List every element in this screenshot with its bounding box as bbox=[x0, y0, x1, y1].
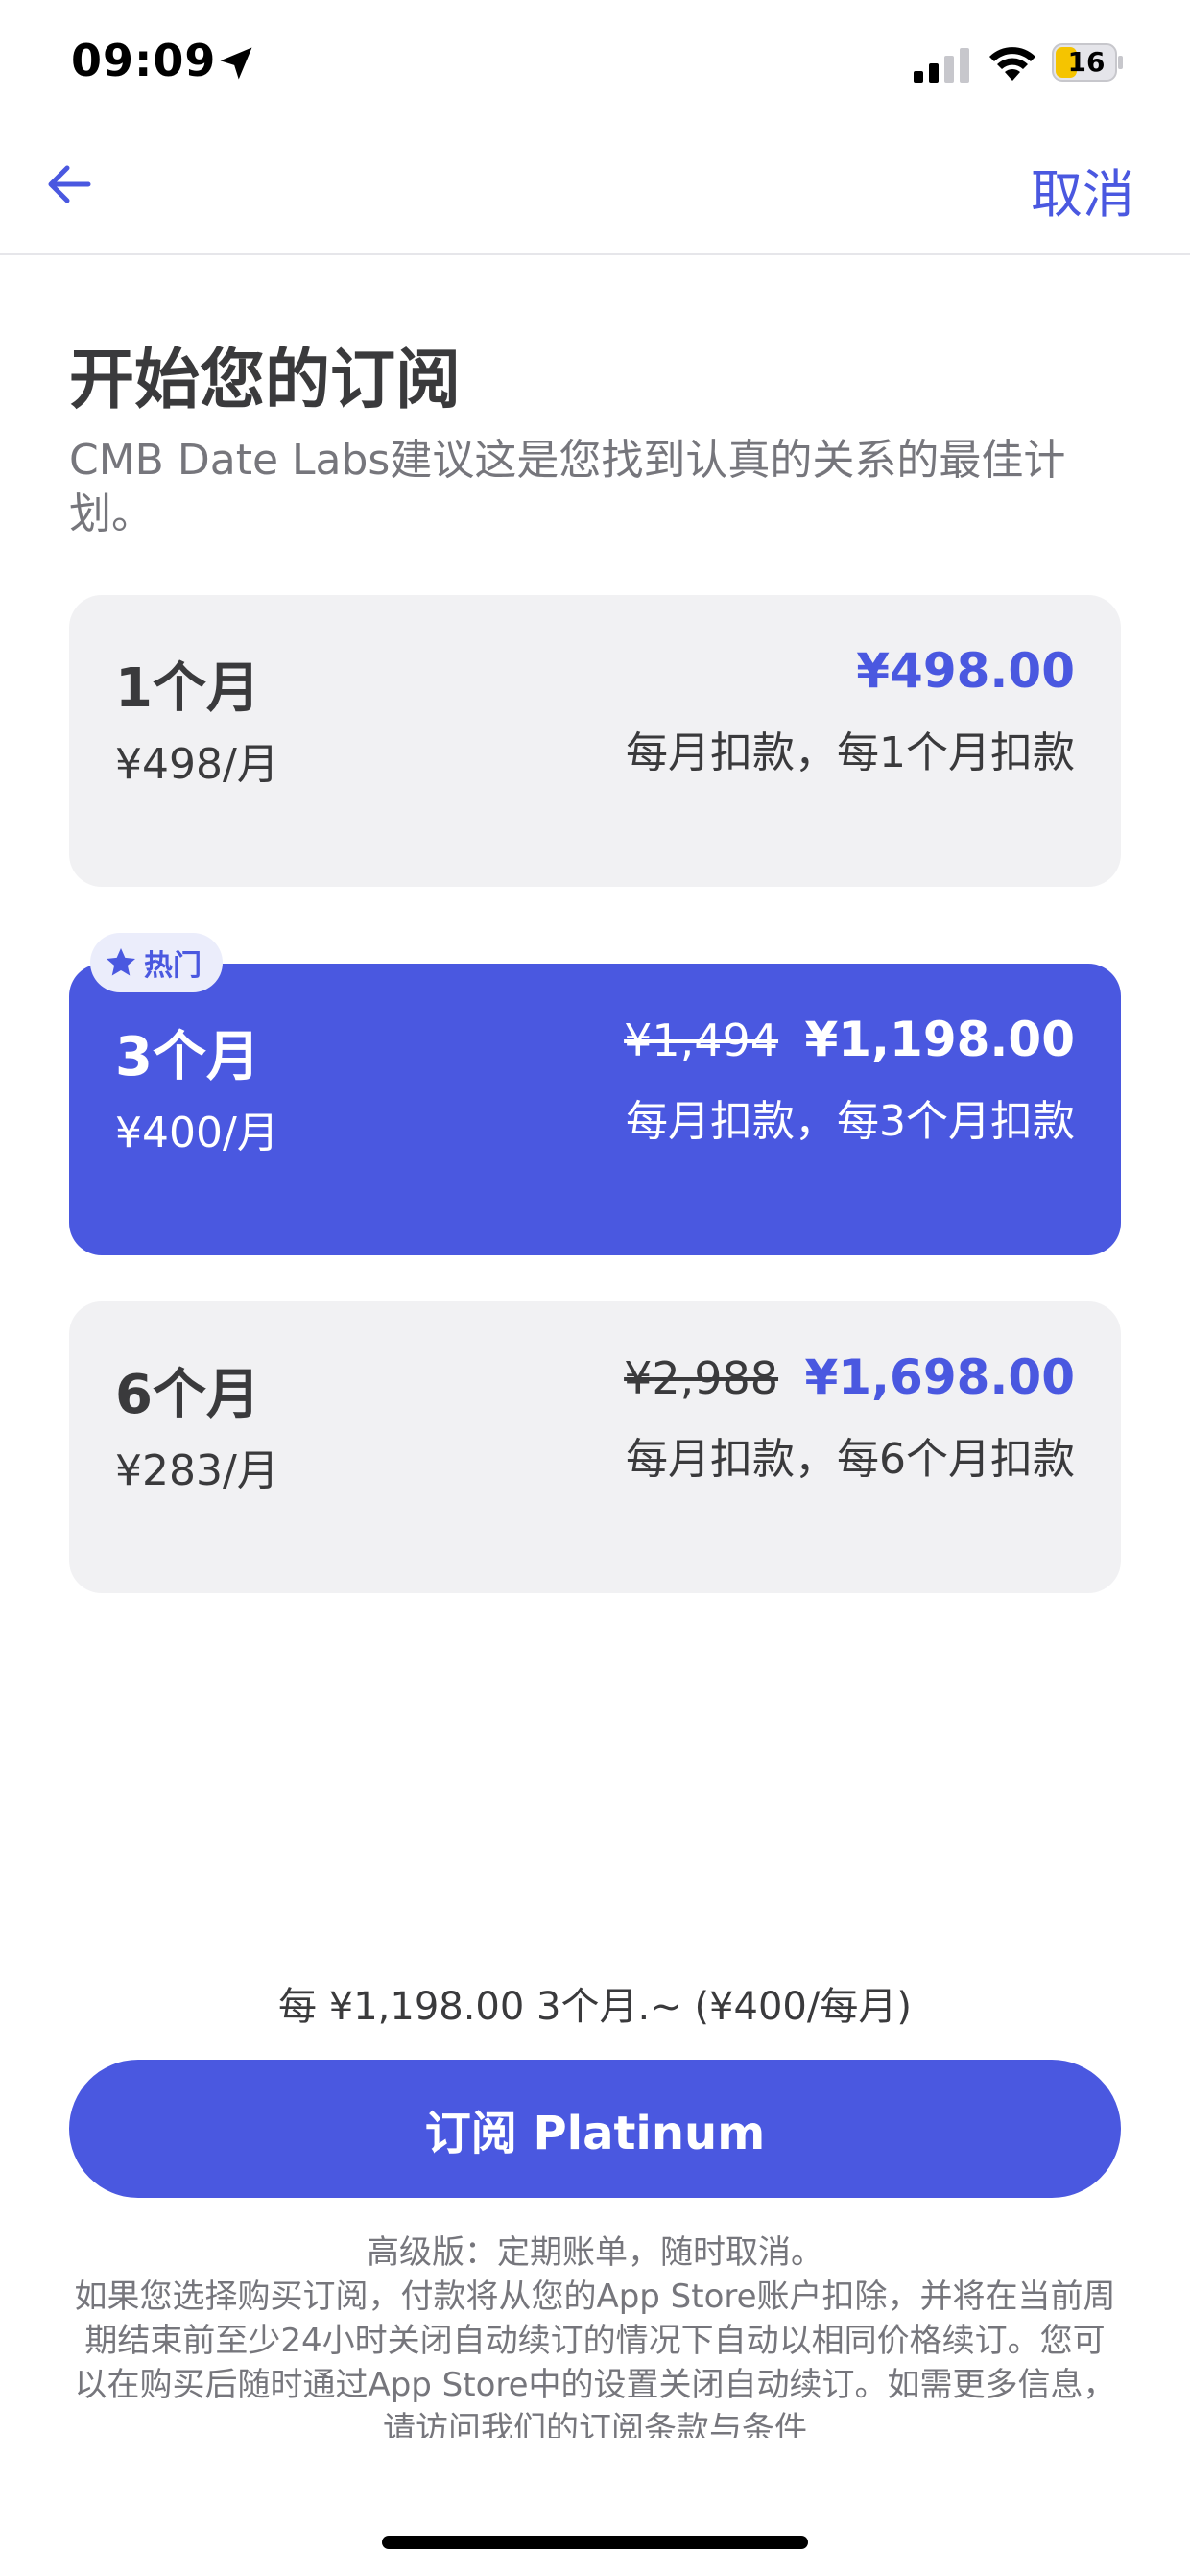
battery-level: 16 bbox=[1067, 46, 1106, 78]
plan-per-month-price: ¥498/月 bbox=[115, 740, 279, 789]
plan-per-month-price: ¥400/月 bbox=[115, 1109, 279, 1157]
cellular-signal-icon bbox=[914, 48, 969, 83]
plan-billing-text: 每月扣款，每6个月扣款 bbox=[626, 1435, 1075, 1484]
popular-badge-label: 热门 bbox=[144, 949, 202, 983]
subscribe-button[interactable]: 订阅 Platinum bbox=[69, 2060, 1121, 2198]
plan-original-price: ¥1,494 bbox=[624, 1014, 779, 1066]
plan-name: 6个月 bbox=[115, 1364, 260, 1426]
plan-card-3-months[interactable]: 3个月 ¥400/月 ¥1,494 ¥1,198.00 每月扣款，每3个月扣款 bbox=[69, 964, 1121, 1255]
legal-section: 高级版：定期账单，随时取消。 如果您选择购买订阅，付款将从您的App Store… bbox=[69, 2230, 1121, 2438]
plan-per-month-price: ¥283/月 bbox=[115, 1446, 279, 1495]
plan-price: ¥1,698.00 bbox=[804, 1349, 1075, 1405]
plan-card-6-months[interactable]: 6个月 ¥283/月 ¥2,988 ¥1,698.00 每月扣款，每6个月扣款 bbox=[69, 1301, 1121, 1593]
plan-price: ¥498.00 bbox=[856, 643, 1075, 699]
plan-name: 3个月 bbox=[115, 1026, 260, 1088]
popular-badge: 热门 bbox=[90, 933, 223, 992]
nav-bar: 取消 bbox=[0, 134, 1190, 255]
plan-billing-text: 每月扣款，每1个月扣款 bbox=[626, 728, 1075, 777]
star-icon bbox=[107, 948, 135, 976]
subscription-screen: 09:09 16 取消 开始您的订阅 CMB Date Labs建议这是您找到认… bbox=[0, 0, 1190, 2576]
cancel-button[interactable]: 取消 bbox=[1031, 152, 1134, 227]
plan-original-price: ¥2,988 bbox=[624, 1352, 779, 1404]
location-arrow-icon bbox=[220, 47, 252, 80]
plan-card-1-month[interactable]: 1个月 ¥498/月 ¥498.00 每月扣款，每1个月扣款 bbox=[69, 595, 1121, 887]
page-title: 开始您的订阅 bbox=[69, 343, 462, 418]
status-bar: 09:09 16 bbox=[0, 0, 1190, 134]
plan-billing-text: 每月扣款，每3个月扣款 bbox=[626, 1097, 1075, 1146]
page-subtitle: CMB Date Labs建议这是您找到认真的关系的最佳计划。 bbox=[69, 436, 1066, 538]
price-summary: 每 ¥1,198.00 3个月.~ (¥400/每月) bbox=[278, 1985, 912, 2029]
legal-text[interactable]: 如果您选择购买订阅，付款将从您的App Store账户扣除，并将在当前周期结束前… bbox=[69, 2275, 1121, 2438]
plan-price-row: ¥498.00 bbox=[856, 643, 1075, 699]
plan-price-row: ¥1,494 ¥1,198.00 bbox=[624, 1012, 1075, 1067]
home-indicator[interactable] bbox=[382, 2536, 808, 2549]
back-arrow-icon[interactable] bbox=[38, 154, 100, 215]
plan-price-row: ¥2,988 ¥1,698.00 bbox=[624, 1349, 1075, 1405]
wifi-icon bbox=[989, 47, 1035, 81]
plan-price: ¥1,198.00 bbox=[804, 1012, 1075, 1067]
status-time: 09:09 bbox=[71, 35, 217, 86]
plan-name: 1个月 bbox=[115, 657, 260, 720]
legal-heading: 高级版：定期账单，随时取消。 bbox=[367, 2233, 823, 2272]
